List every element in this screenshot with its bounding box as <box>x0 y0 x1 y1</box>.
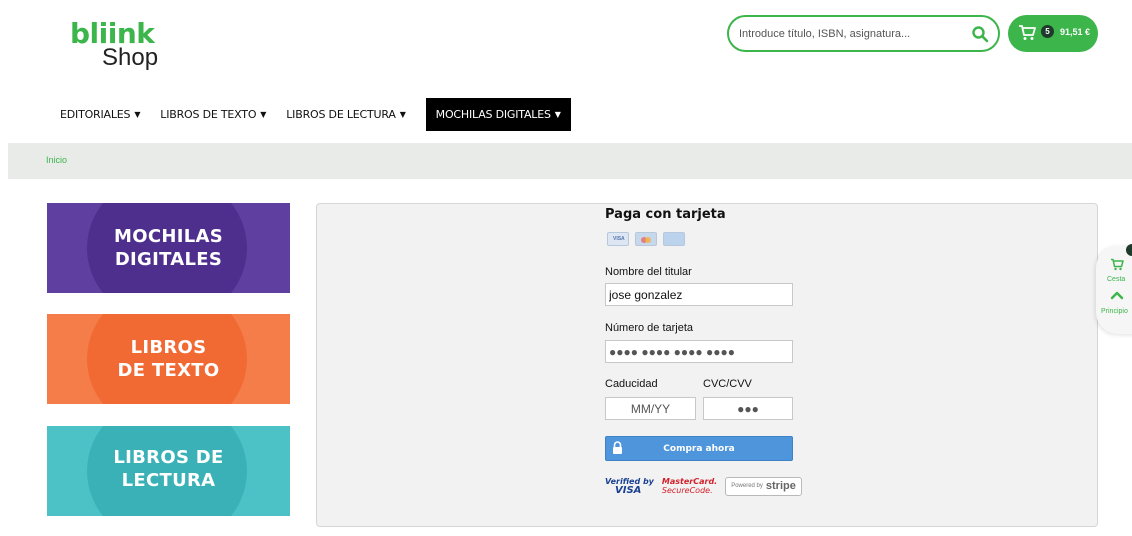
nav-item-label: LIBROS DE LECTURA <box>286 108 396 121</box>
chevron-up-icon[interactable] <box>1110 290 1124 300</box>
banner-line2: DIGITALES <box>114 249 223 270</box>
amex-card-icon <box>663 232 685 246</box>
verified-by-visa-logo: Verified by VISA <box>605 477 654 496</box>
breadcrumb: Inicio <box>8 143 1132 179</box>
powered-by-stripe-badge[interactable]: Powered by stripe <box>725 476 802 496</box>
cart-icon[interactable] <box>1110 258 1124 271</box>
visa-card-icon <box>607 232 629 246</box>
cart-icon <box>1019 25 1036 40</box>
back-to-top-label[interactable]: Principio <box>1101 308 1128 315</box>
powered-by-text: Powered by <box>731 483 763 489</box>
nav-item-mochilas-digitales[interactable]: MOCHILAS DIGITALES ▼ <box>425 98 571 131</box>
payment-panel: Paga con tarjeta Nombre del titular Núme… <box>316 203 1098 527</box>
banner-line1: LIBROS <box>130 337 207 358</box>
cvc-field[interactable] <box>703 397 793 420</box>
nav-item-label: EDITORIALES <box>60 108 131 121</box>
accepted-cards <box>607 232 685 246</box>
buy-now-label: Compra ahora <box>663 444 735 454</box>
floating-widget: Cesta Principio <box>1096 244 1132 334</box>
expiry-field[interactable] <box>605 397 696 420</box>
card-number-label: Número de tarjeta <box>605 322 694 334</box>
securecode-text: SecureCode. <box>661 486 713 495</box>
breadcrumb-home-link[interactable]: Inicio <box>46 155 67 165</box>
stripe-text: stripe <box>765 480 796 492</box>
expiry-label: Caducidad <box>605 378 658 390</box>
card-number-field[interactable] <box>605 340 793 363</box>
holder-name-field[interactable] <box>605 283 793 306</box>
banner-mochilas-digitales[interactable]: MOCHILAS DIGITALES <box>47 203 290 293</box>
caret-down-icon: ▼ <box>260 110 267 119</box>
banner-line1: LIBROS DE <box>113 447 224 468</box>
mastercard-text: MasterCard. <box>661 477 718 486</box>
banner-line2: DE TEXTO <box>117 360 220 381</box>
search-box <box>727 15 1000 52</box>
mastercard-card-icon <box>635 232 657 246</box>
cvc-label: CVC/CVV <box>703 378 752 390</box>
caret-down-icon: ▼ <box>134 110 141 119</box>
notification-dot <box>1126 244 1132 256</box>
nav-item-libros-de-lectura[interactable]: LIBROS DE LECTURA ▼ <box>286 98 406 131</box>
nav-item-label: LIBROS DE TEXTO <box>160 108 257 121</box>
banner-line1: MOCHILAS <box>114 226 223 247</box>
holder-label: Nombre del titular <box>605 266 692 278</box>
cart-count-badge: 5 <box>1041 25 1054 38</box>
cart-total: 91,51 € <box>1060 27 1091 37</box>
nav-item-libros-de-texto[interactable]: LIBROS DE TEXTO ▼ <box>160 98 266 131</box>
logo-sub: Shop <box>102 44 159 71</box>
nav-item-editoriales[interactable]: EDITORIALES ▼ <box>60 98 140 131</box>
main-nav: EDITORIALES ▼ LIBROS DE TEXTO ▼ LIBROS D… <box>60 98 571 131</box>
payment-title: Paga con tarjeta <box>605 207 726 222</box>
logo[interactable]: bliink Shop <box>70 20 158 70</box>
banner-line2: LECTURA <box>121 470 216 491</box>
caret-down-icon: ▼ <box>554 110 561 119</box>
buy-now-button[interactable]: Compra ahora <box>605 436 793 461</box>
banner-libros-de-lectura[interactable]: LIBROS DE LECTURA <box>47 426 290 516</box>
banner-libros-de-texto[interactable]: LIBROS DE TEXTO <box>47 314 290 404</box>
caret-down-icon: ▼ <box>399 110 406 119</box>
verified-visa-text: VISA <box>615 485 642 496</box>
cart-button[interactable]: 5 91,51 € <box>1008 15 1098 52</box>
search-icon[interactable] <box>971 25 989 43</box>
floating-cart-label[interactable]: Cesta <box>1107 276 1125 283</box>
mastercard-securecode-logo: MasterCard. SecureCode. <box>662 477 717 495</box>
search-input[interactable] <box>739 25 959 43</box>
trust-badges: Verified by VISA MasterCard. SecureCode.… <box>605 475 802 497</box>
nav-item-label: MOCHILAS DIGITALES <box>435 108 551 121</box>
